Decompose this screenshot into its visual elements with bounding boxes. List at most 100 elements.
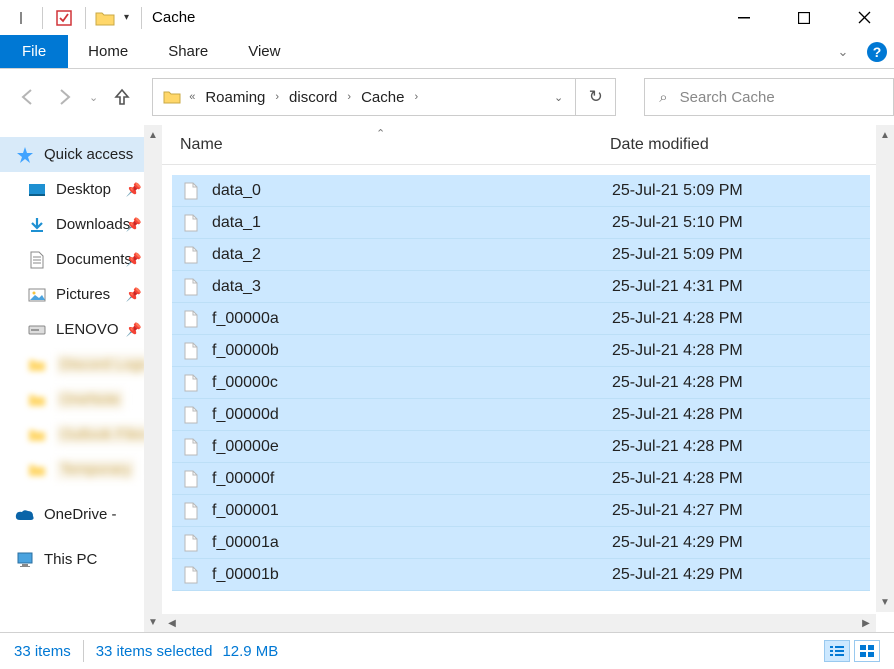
sidebar-label: Discord Logs xyxy=(56,354,144,375)
scroll-left-icon[interactable]: ◀ xyxy=(162,614,182,632)
sidebar-item-documents[interactable]: Documents 📌 xyxy=(0,242,144,277)
minimize-button[interactable] xyxy=(714,0,774,35)
breadcrumb-item[interactable]: discord xyxy=(285,89,341,106)
tab-file[interactable]: File xyxy=(0,35,68,68)
file-row[interactable]: data_225-Jul-21 5:09 PM xyxy=(172,239,870,271)
maximize-button[interactable] xyxy=(774,0,834,35)
breadcrumb-item[interactable]: Roaming xyxy=(201,89,269,106)
sidebar-label: LENOVO xyxy=(56,321,119,338)
file-row[interactable]: f_00000125-Jul-21 4:27 PM xyxy=(172,495,870,527)
file-row[interactable]: f_00000c25-Jul-21 4:28 PM xyxy=(172,367,870,399)
onedrive-icon xyxy=(14,504,36,526)
view-mode-buttons xyxy=(824,640,880,662)
separator xyxy=(42,7,43,29)
file-row[interactable]: data_025-Jul-21 5:09 PM xyxy=(172,175,870,207)
refresh-button[interactable]: ↻ xyxy=(575,79,615,115)
scroll-down-icon[interactable]: ▼ xyxy=(144,612,162,632)
file-row[interactable]: f_00000f25-Jul-21 4:28 PM xyxy=(172,463,870,495)
scroll-right-icon[interactable]: ▶ xyxy=(856,614,876,632)
chevron-right-icon[interactable]: › xyxy=(410,91,422,103)
tab-home[interactable]: Home xyxy=(68,35,148,68)
sidebar-item-blurred[interactable]: OneNote xyxy=(0,382,144,417)
file-name: f_00000b xyxy=(212,342,612,360)
file-name: f_00000a xyxy=(212,310,612,328)
file-date: 25-Jul-21 4:28 PM xyxy=(612,438,870,456)
file-row[interactable]: f_00001b25-Jul-21 4:29 PM xyxy=(172,559,870,591)
view-thumbnails-button[interactable] xyxy=(854,640,880,662)
tab-share[interactable]: Share xyxy=(148,35,228,68)
sidebar-label: This PC xyxy=(44,551,97,568)
file-row[interactable]: f_00000d25-Jul-21 4:28 PM xyxy=(172,399,870,431)
file-date: 25-Jul-21 4:28 PM xyxy=(612,342,870,360)
download-icon xyxy=(26,214,48,236)
chevron-right-icon[interactable]: › xyxy=(343,91,355,103)
sidebar-item-desktop[interactable]: Desktop 📌 xyxy=(0,172,144,207)
file-date: 25-Jul-21 4:28 PM xyxy=(612,406,870,424)
file-row[interactable]: f_00000e25-Jul-21 4:28 PM xyxy=(172,431,870,463)
sidebar-item-blurred[interactable]: Outlook Files xyxy=(0,417,144,452)
sidebar-item-pictures[interactable]: Pictures 📌 xyxy=(0,277,144,312)
properties-icon[interactable] xyxy=(51,5,77,31)
sidebar-label: Pictures xyxy=(56,286,110,303)
status-bar: 33 items 33 items selected 12.9 MB xyxy=(0,632,894,669)
sidebar-scrollbar[interactable]: ▲ ▼ xyxy=(144,125,162,632)
navigation-bar: ⌄ « Roaming › discord › Cache › ⌄ ↻ ⌕ xyxy=(0,69,894,125)
file-row[interactable]: f_00000b25-Jul-21 4:28 PM xyxy=(172,335,870,367)
breadcrumb-overflow-icon[interactable]: « xyxy=(185,91,199,103)
pin-icon: 📌 xyxy=(126,217,142,233)
file-icon xyxy=(180,564,202,586)
sidebar-item-blurred[interactable]: Discord Logs xyxy=(0,347,144,382)
address-bar[interactable]: « Roaming › discord › Cache › ⌄ xyxy=(153,79,575,115)
file-name: data_3 xyxy=(212,278,612,296)
back-button[interactable] xyxy=(17,83,39,111)
up-button[interactable] xyxy=(112,83,132,111)
chevron-right-icon[interactable]: › xyxy=(271,91,283,103)
file-row[interactable]: data_125-Jul-21 5:10 PM xyxy=(172,207,870,239)
sidebar-item-blurred[interactable]: Temporary xyxy=(0,452,144,487)
file-icon xyxy=(180,180,202,202)
status-item-count: 33 items xyxy=(14,643,71,660)
file-icon xyxy=(180,404,202,426)
sidebar-item-lenovo[interactable]: LENOVO 📌 xyxy=(0,312,144,347)
file-icon xyxy=(180,212,202,234)
scroll-up-icon[interactable]: ▲ xyxy=(876,125,894,145)
sidebar-item-this-pc[interactable]: This PC xyxy=(0,542,144,577)
file-date: 25-Jul-21 4:31 PM xyxy=(612,278,870,296)
address-dropdown-icon[interactable]: ⌄ xyxy=(550,91,567,104)
file-icon xyxy=(180,308,202,330)
file-name: f_00000f xyxy=(212,470,612,488)
view-details-button[interactable] xyxy=(824,640,850,662)
search-input[interactable] xyxy=(680,89,879,106)
column-header-date[interactable]: Date modified xyxy=(610,136,894,154)
column-header-name[interactable]: Name xyxy=(180,136,610,154)
breadcrumb-item[interactable]: Cache xyxy=(357,89,408,106)
tab-view[interactable]: View xyxy=(228,35,300,68)
scroll-down-icon[interactable]: ▼ xyxy=(876,592,894,612)
file-row[interactable]: f_00001a25-Jul-21 4:29 PM xyxy=(172,527,870,559)
search-box[interactable]: ⌕ xyxy=(644,78,893,116)
sidebar-item-downloads[interactable]: Downloads 📌 xyxy=(0,207,144,242)
file-row[interactable]: f_00000a25-Jul-21 4:28 PM xyxy=(172,303,870,335)
folder-icon xyxy=(161,90,183,104)
ribbon-collapse-icon[interactable]: ⌄ xyxy=(826,35,860,68)
pin-icon: 📌 xyxy=(126,252,142,268)
forward-button[interactable] xyxy=(53,83,75,111)
file-list: data_025-Jul-21 5:09 PMdata_125-Jul-21 5… xyxy=(162,165,894,632)
close-button[interactable] xyxy=(834,0,894,35)
quick-access-toolbar: ▾ xyxy=(0,5,146,31)
horizontal-scrollbar[interactable]: ◀ ▶ xyxy=(162,614,876,632)
scroll-up-icon[interactable]: ▲ xyxy=(144,125,162,145)
file-date: 25-Jul-21 5:09 PM xyxy=(612,182,870,200)
recent-dropdown-icon[interactable]: ⌄ xyxy=(89,83,98,111)
sort-ascending-icon: ⌃ xyxy=(376,127,385,140)
file-icon xyxy=(180,276,202,298)
pin-icon: 📌 xyxy=(126,287,142,303)
file-icon xyxy=(180,372,202,394)
vertical-scrollbar[interactable]: ▲ ▼ xyxy=(876,125,894,612)
help-button[interactable]: ? xyxy=(860,35,894,68)
file-row[interactable]: data_325-Jul-21 4:31 PM xyxy=(172,271,870,303)
qat-dropdown-icon[interactable]: ▾ xyxy=(120,12,133,23)
status-selected-size: 12.9 MB xyxy=(222,643,278,660)
sidebar-item-quick-access[interactable]: Quick access xyxy=(0,137,144,172)
sidebar-item-onedrive[interactable]: OneDrive - xyxy=(0,497,144,532)
